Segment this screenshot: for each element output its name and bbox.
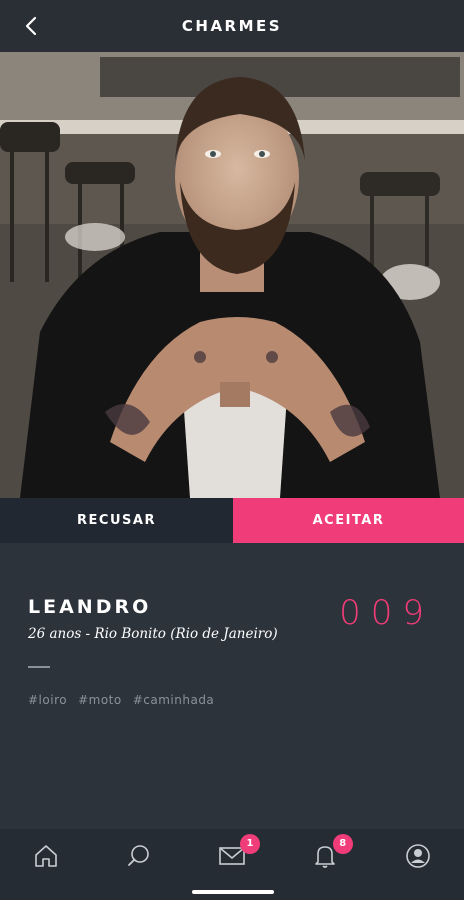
messages-badge: 1: [239, 833, 260, 854]
chevron-left-icon: [25, 16, 37, 36]
notifications-badge: 8: [332, 833, 353, 854]
charm-actions: RECUSAR ACEITAR: [0, 498, 464, 543]
nav-home[interactable]: [26, 836, 66, 876]
nav-search[interactable]: [119, 836, 159, 876]
top-bar: CHARMES: [0, 0, 464, 52]
bottom-nav: 1 8: [0, 829, 464, 882]
profile-info: LEANDRO 26 anos - Rio Bonito (Rio de Jan…: [0, 543, 464, 829]
back-button[interactable]: [18, 12, 46, 40]
profile-name: LEANDRO: [28, 596, 152, 618]
profile-details: 26 anos - Rio Bonito (Rio de Janeiro): [28, 626, 278, 642]
nav-profile[interactable]: [398, 836, 438, 876]
charm-counter: 009: [339, 593, 434, 633]
home-indicator[interactable]: [192, 890, 274, 894]
page-title: CHARMES: [181, 17, 283, 35]
divider: [28, 666, 50, 668]
tag: #moto: [78, 693, 122, 707]
search-icon: [128, 844, 149, 866]
accept-button[interactable]: ACEITAR: [233, 498, 464, 543]
home-icon: [35, 844, 58, 867]
nav-messages[interactable]: 1: [212, 833, 260, 876]
profile-icon: [405, 843, 430, 868]
tag: #loiro: [28, 693, 68, 707]
tag: #caminhada: [132, 693, 215, 707]
tag-list: #loiro #moto #caminhada: [28, 693, 214, 707]
profile-photo: [0, 52, 464, 498]
decline-button[interactable]: RECUSAR: [0, 498, 233, 543]
nav-notifications[interactable]: 8: [305, 833, 353, 876]
